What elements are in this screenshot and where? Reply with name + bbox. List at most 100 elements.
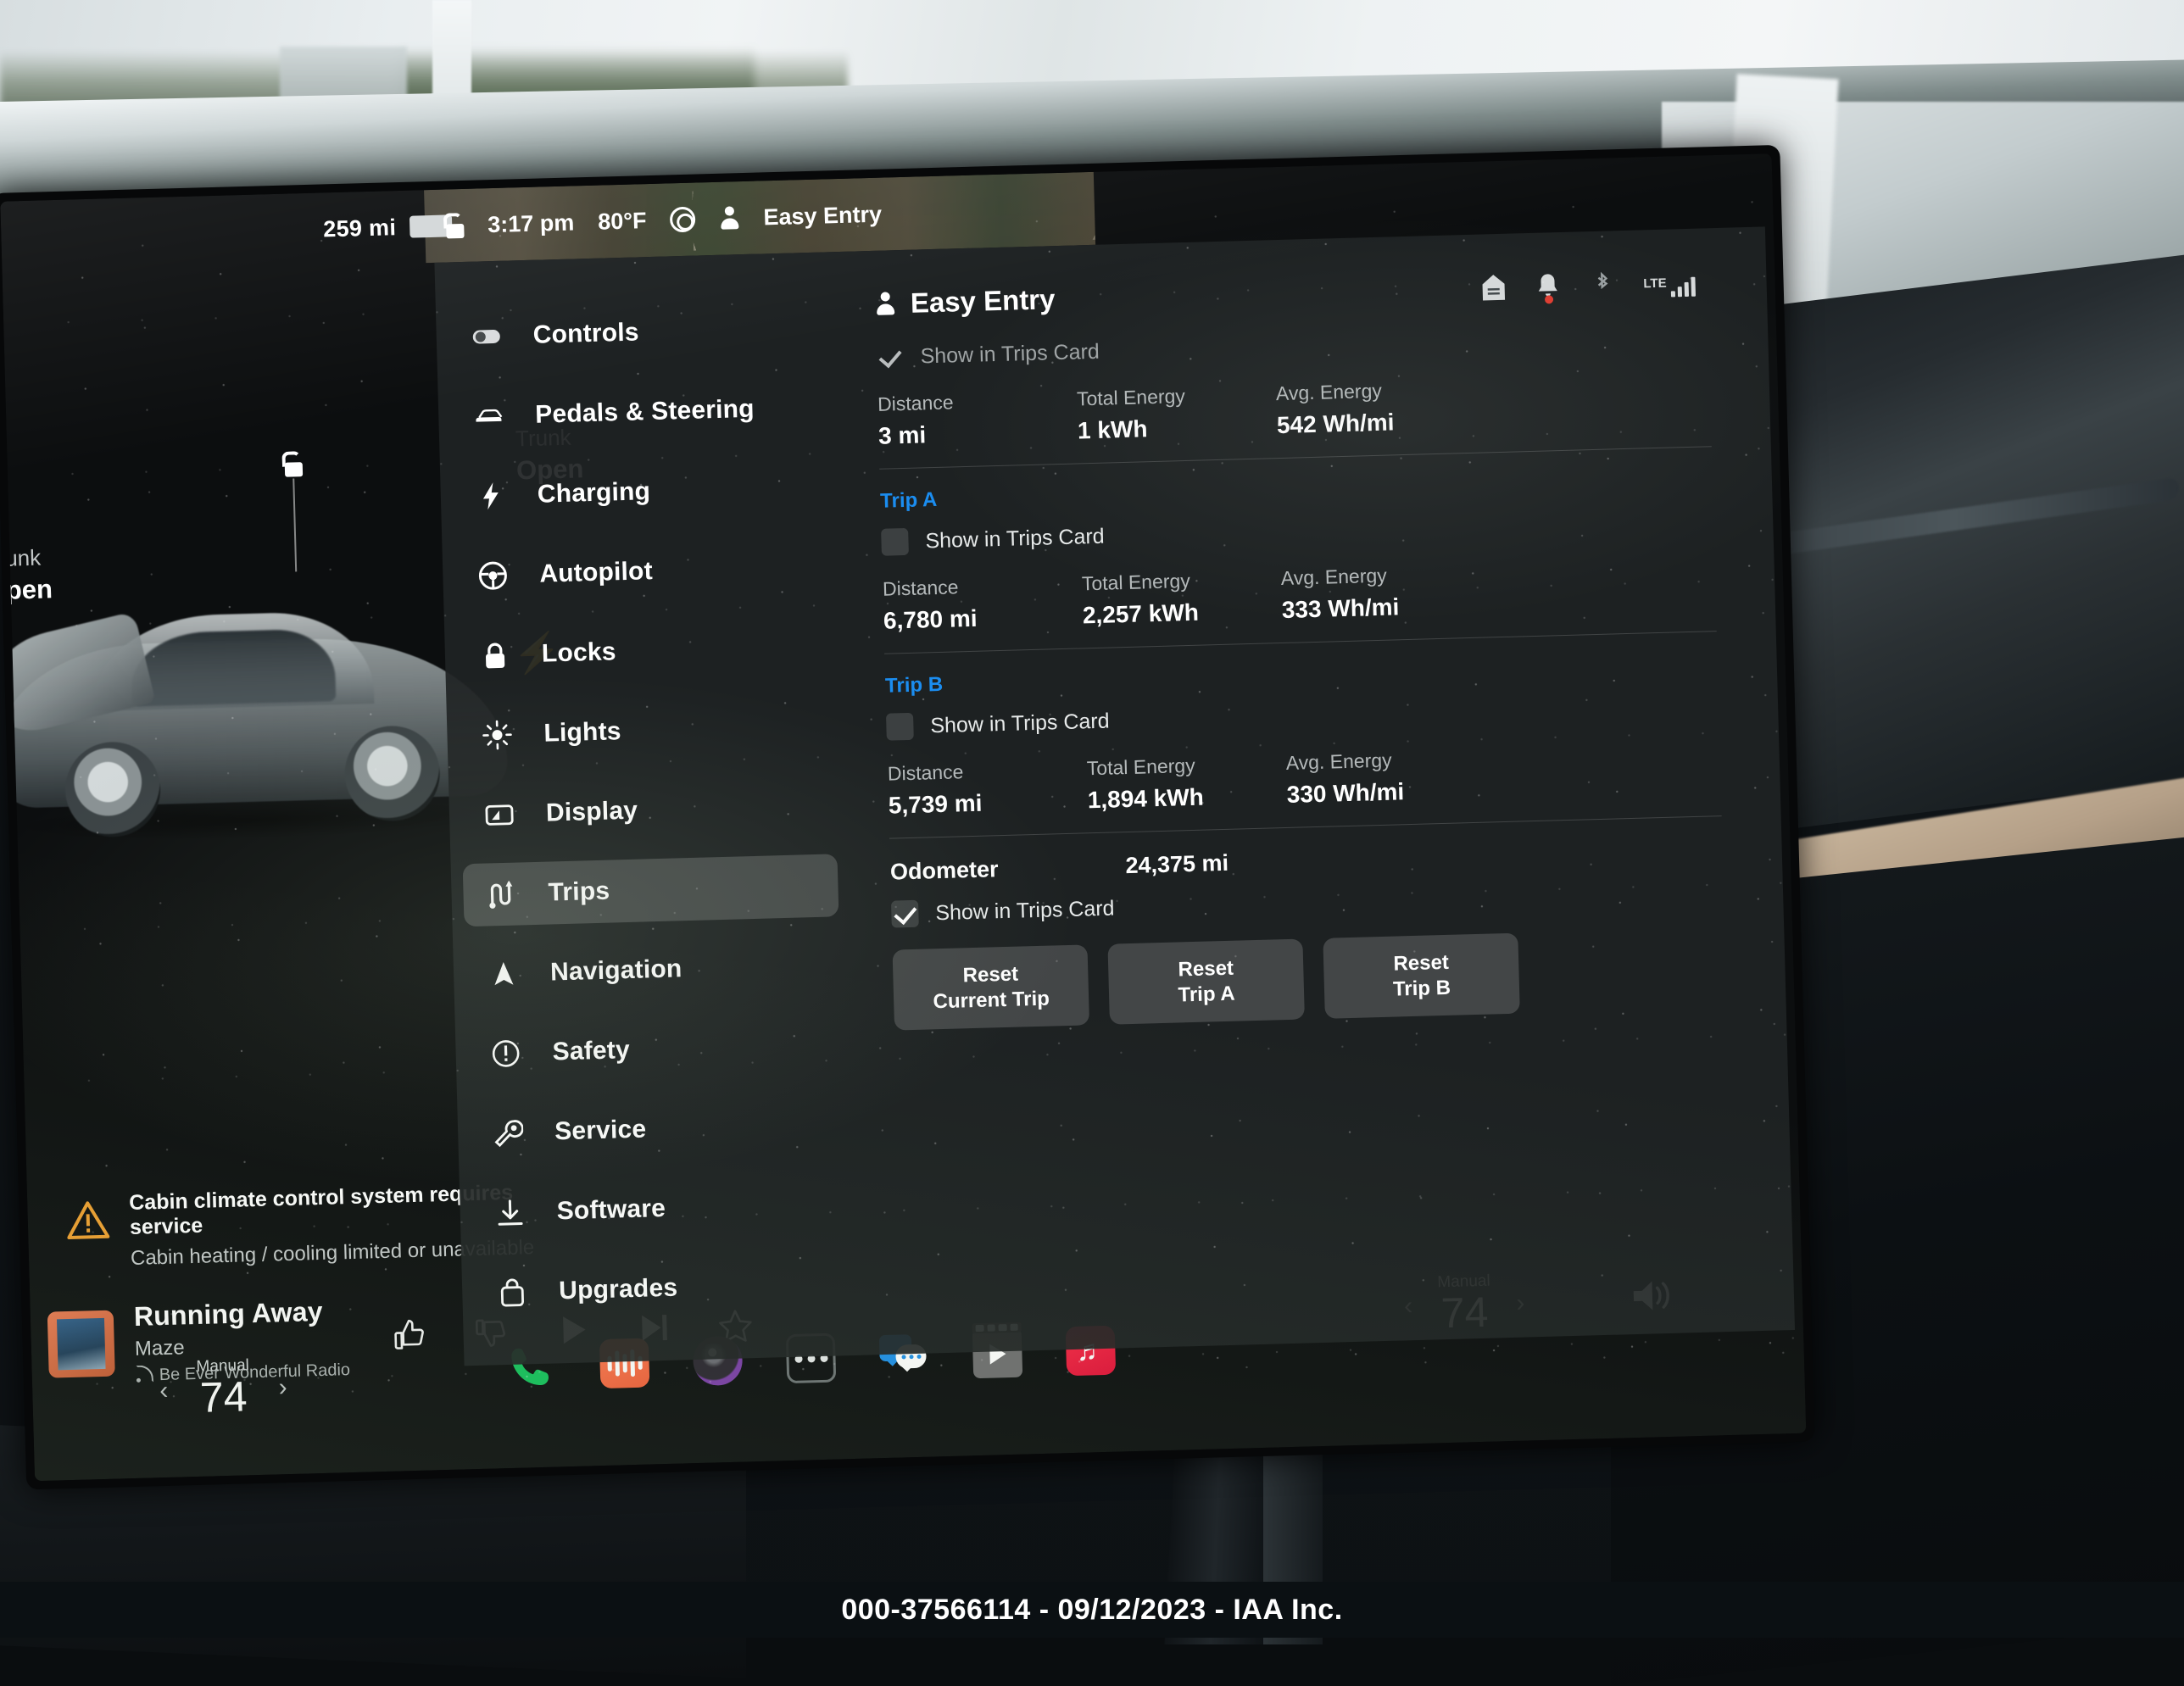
trip-a-label: Trip A (880, 467, 1713, 514)
reset-trip-b-button[interactable]: Reset Trip B (1323, 933, 1519, 1019)
trip-a-show-row[interactable]: Show in Trips Card (881, 506, 1714, 556)
trips-detail-pane: Easy Entry LT (833, 226, 1795, 1355)
range-value: 259 mi (323, 214, 397, 242)
trip-a-total-energy: Total Energy 2,257 kWh (1082, 567, 1283, 629)
trip-a-distance: Distance 6,780 mi (883, 572, 1084, 634)
odometer-checkbox-label: Show in Trips Card (935, 896, 1115, 926)
sidebar-item-label: Locks (541, 637, 616, 668)
stat-value: 333 Wh/mi (1281, 592, 1481, 624)
current-trip-checkbox[interactable] (876, 343, 904, 371)
sidebar-item-lights[interactable]: Lights (459, 694, 835, 767)
sidebar-item-label: Lights (543, 717, 621, 748)
toggle-icon (470, 320, 503, 353)
driver-profile-name[interactable]: Easy Entry (763, 201, 882, 231)
sidebar-item-label: Safety (552, 1036, 630, 1066)
sidebar-item-trips[interactable]: Trips (463, 854, 839, 926)
stat-value: 3 mi (878, 417, 1078, 449)
lte-signal-icon: LTE (1643, 268, 1696, 298)
watermark-text: 000-37566114 - 09/12/2023 - IAA Inc. (841, 1594, 1342, 1627)
bag-icon (496, 1276, 529, 1309)
trip-b-checkbox[interactable] (886, 713, 914, 741)
sidebar-item-upgrades[interactable]: Upgrades (473, 1252, 850, 1325)
settings-panel[interactable]: Controls Pedals & Steering Charging (434, 226, 1795, 1366)
display-icon (483, 798, 516, 832)
sidebar-item-label: Service (554, 1116, 647, 1147)
sidebar-item-label: Charging (537, 477, 650, 509)
sidebar-item-service[interactable]: Service (469, 1093, 845, 1166)
current-trip-show-row[interactable]: Show in Trips Card (876, 321, 1709, 371)
divider (889, 815, 1722, 839)
person-icon[interactable] (719, 206, 740, 231)
range-indicator[interactable]: 259 mi (323, 213, 453, 242)
current-trip-stats: Distance 3 mi Total Energy 1 kWh Avg. En… (878, 370, 1711, 450)
frunk-label: Frunk (0, 544, 52, 572)
tesla-touchscreen-bezel: 259 mi 3:17 pm 80°F Easy Entry ⚡ Trunk O… (0, 145, 1815, 1490)
stat-value: 330 Wh/mi (1286, 776, 1486, 809)
current-trip-avg-energy: Avg. Energy 542 Wh/mi (1276, 377, 1477, 439)
sidebar-item-navigation[interactable]: Navigation (465, 933, 841, 1006)
current-trip-distance: Distance 3 mi (878, 387, 1078, 449)
stat-key: Distance (883, 572, 1083, 600)
stat-key: Total Energy (1086, 752, 1286, 780)
clock: 3:17 pm (488, 209, 575, 238)
sidebar-item-controls[interactable]: Controls (448, 297, 824, 370)
steering-wheel-icon (476, 559, 510, 593)
reset-current-trip-button[interactable]: Reset Current Trip (893, 944, 1089, 1030)
stat-key: Total Energy (1082, 567, 1282, 595)
lte-label: LTE (1643, 276, 1667, 292)
stat-key: Avg. Energy (1276, 377, 1476, 405)
sidebar-item-software[interactable]: Software (471, 1172, 848, 1245)
sidebar-item-autopilot[interactable]: Autopilot (454, 535, 830, 608)
detail-header: Easy Entry LT (874, 265, 1708, 320)
stat-key: Avg. Energy (1280, 562, 1480, 590)
radio-waves-icon (136, 1369, 153, 1383)
stat-value: 1 kWh (1078, 412, 1278, 444)
odometer-value: 24,375 mi (1125, 850, 1228, 879)
sidebar-item-safety[interactable]: Safety (467, 1013, 844, 1086)
sidebar-item-label: Display (546, 797, 638, 828)
thumbs-up-icon[interactable] (391, 1316, 429, 1354)
stat-value: 6,780 mi (883, 602, 1084, 634)
climate-temp-left: 74 (197, 1372, 251, 1422)
sidebar-item-locks[interactable]: Locks (456, 615, 833, 687)
tesla-touchscreen[interactable]: 259 mi 3:17 pm 80°F Easy Entry ⚡ Trunk O… (0, 153, 1806, 1481)
trip-a-checkbox[interactable] (881, 528, 909, 556)
light-icon (481, 719, 514, 752)
outside-temperature: 80°F (598, 208, 647, 236)
odometer-show-row[interactable]: Show in Trips Card (891, 878, 1724, 928)
sidebar-item-label: Pedals & Steering (535, 395, 755, 430)
reset-trip-a-button[interactable]: Reset Trip A (1107, 938, 1304, 1024)
sidebar-item-pedals-steering[interactable]: Pedals & Steering (449, 376, 826, 449)
stat-key: Avg. Energy (1285, 747, 1485, 775)
trip-a-avg-energy: Avg. Energy 333 Wh/mi (1280, 562, 1481, 624)
lock-open-icon[interactable] (442, 213, 465, 239)
exclamation-circle-icon (489, 1037, 522, 1070)
bluetooth-icon[interactable] (1589, 270, 1615, 299)
trip-b-label: Trip B (885, 652, 1718, 698)
frunk-status[interactable]: Frunk Open (0, 544, 53, 606)
trip-b-show-row[interactable]: Show in Trips Card (886, 691, 1719, 741)
chevron-left-icon[interactable]: ‹ (159, 1377, 169, 1405)
sidebar-item-display[interactable]: Display (460, 774, 837, 847)
divider (879, 446, 1712, 470)
bell-icon[interactable] (1535, 271, 1561, 301)
bolt-icon (474, 480, 507, 513)
track-title: Running Away (133, 1295, 348, 1333)
sidebar-item-label: Software (556, 1194, 666, 1226)
home-icon[interactable] (1480, 273, 1507, 303)
stat-value: 1,894 kWh (1087, 782, 1287, 814)
settings-menu[interactable]: Controls Pedals & Steering Charging (434, 252, 862, 1366)
current-trip-total-energy: Total Energy 1 kWh (1077, 382, 1278, 444)
climate-left[interactable]: ‹ Manual 74 › (159, 1355, 287, 1423)
reset-buttons[interactable]: Reset Current Trip Reset Trip A Reset Tr… (893, 927, 1727, 1031)
sidebar-item-label: Upgrades (559, 1274, 678, 1306)
album-art (47, 1310, 115, 1378)
odometer-checkbox[interactable] (891, 900, 919, 928)
stat-value: 2,257 kWh (1083, 597, 1283, 629)
divider (884, 631, 1717, 654)
sidebar-item-charging[interactable]: Charging (452, 455, 828, 528)
stat-value: 5,739 mi (889, 787, 1089, 819)
circles-icon[interactable] (670, 207, 696, 233)
trip-b-checkbox-label: Show in Trips Card (930, 709, 1110, 738)
chevron-right-icon[interactable]: › (278, 1373, 287, 1402)
